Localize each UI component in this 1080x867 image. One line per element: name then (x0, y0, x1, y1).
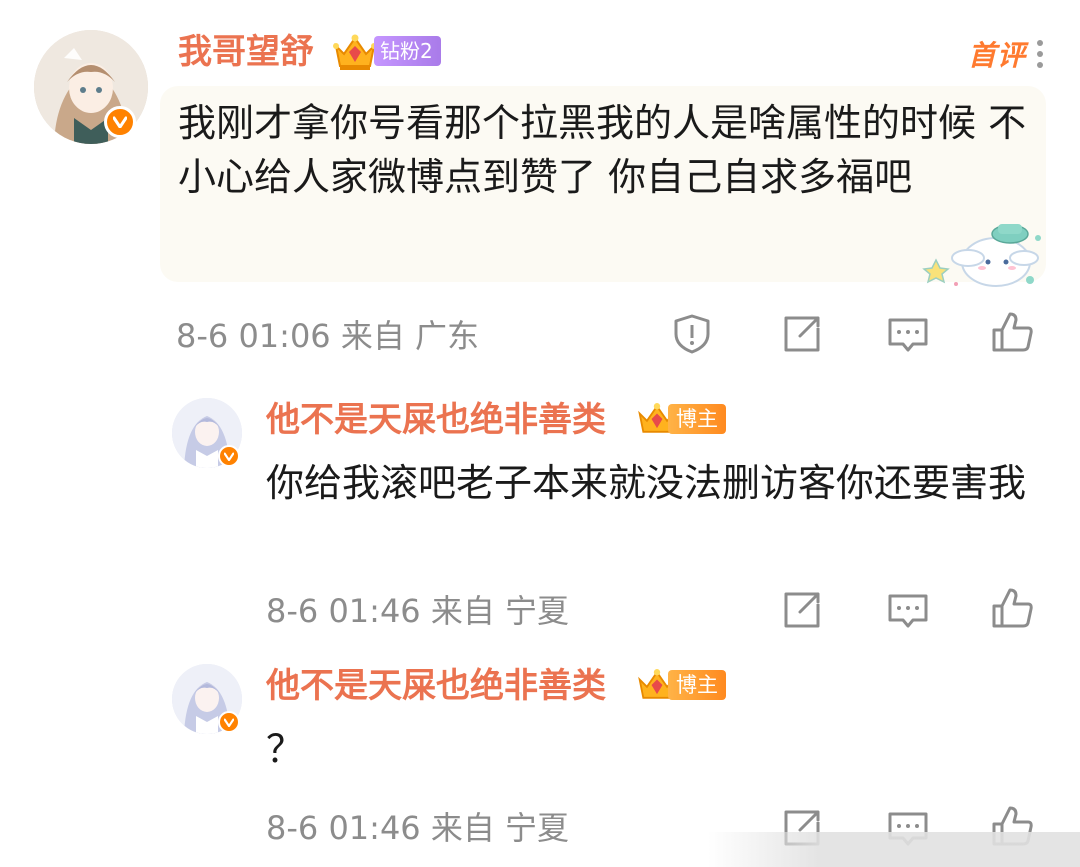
comment-icon[interactable] (886, 588, 930, 632)
reply-meta: 8-6 01:46 来自 宁夏 (266, 809, 570, 847)
username[interactable]: 我哥望舒 (178, 30, 314, 74)
bottom-watermark-strip (708, 832, 1080, 867)
reply-username[interactable]: 他不是天屎也绝非善类 (266, 398, 606, 442)
comment-icon[interactable] (886, 312, 930, 356)
comment-text: 我刚才拿你号看那个拉黑我的人是啥属性的时候 不小心给人家微博点到赞了 你自己自求… (178, 101, 1027, 199)
verified-icon (218, 711, 240, 733)
comment-meta: 8-6 01:06 来自 广东 (176, 317, 480, 355)
reply-username[interactable]: 他不是天屎也绝非善类 (266, 664, 606, 708)
like-icon[interactable] (990, 310, 1034, 354)
repost-icon[interactable] (780, 588, 824, 632)
diamond-fan-crown-icon (333, 34, 377, 70)
more-menu-icon[interactable] (1034, 38, 1046, 70)
like-icon[interactable] (990, 586, 1034, 630)
reply-text: 你给我滚吧老子本来就没法删访客你还要害我 (266, 461, 1027, 505)
fan-level-badge: 钻粉2 (374, 36, 441, 66)
cinnamoroll-sticker-icon (922, 224, 1041, 287)
report-icon[interactable] (670, 312, 714, 356)
reply-meta: 8-6 01:46 来自 宁夏 (266, 592, 570, 630)
first-comment-tag: 首评 (968, 39, 1027, 72)
verified-icon (218, 445, 240, 467)
repost-icon[interactable] (780, 312, 824, 356)
weibo-comment-thread: 我哥望舒 钻粉2 首评 我刚才拿你号看那个拉黑我的人是啥属性的时候 不小心给人家… (0, 0, 1080, 867)
verified-icon (104, 106, 136, 138)
owner-badge: 博主 (668, 670, 726, 700)
owner-badge: 博主 (668, 404, 726, 434)
reply-text: ？ (266, 727, 305, 771)
